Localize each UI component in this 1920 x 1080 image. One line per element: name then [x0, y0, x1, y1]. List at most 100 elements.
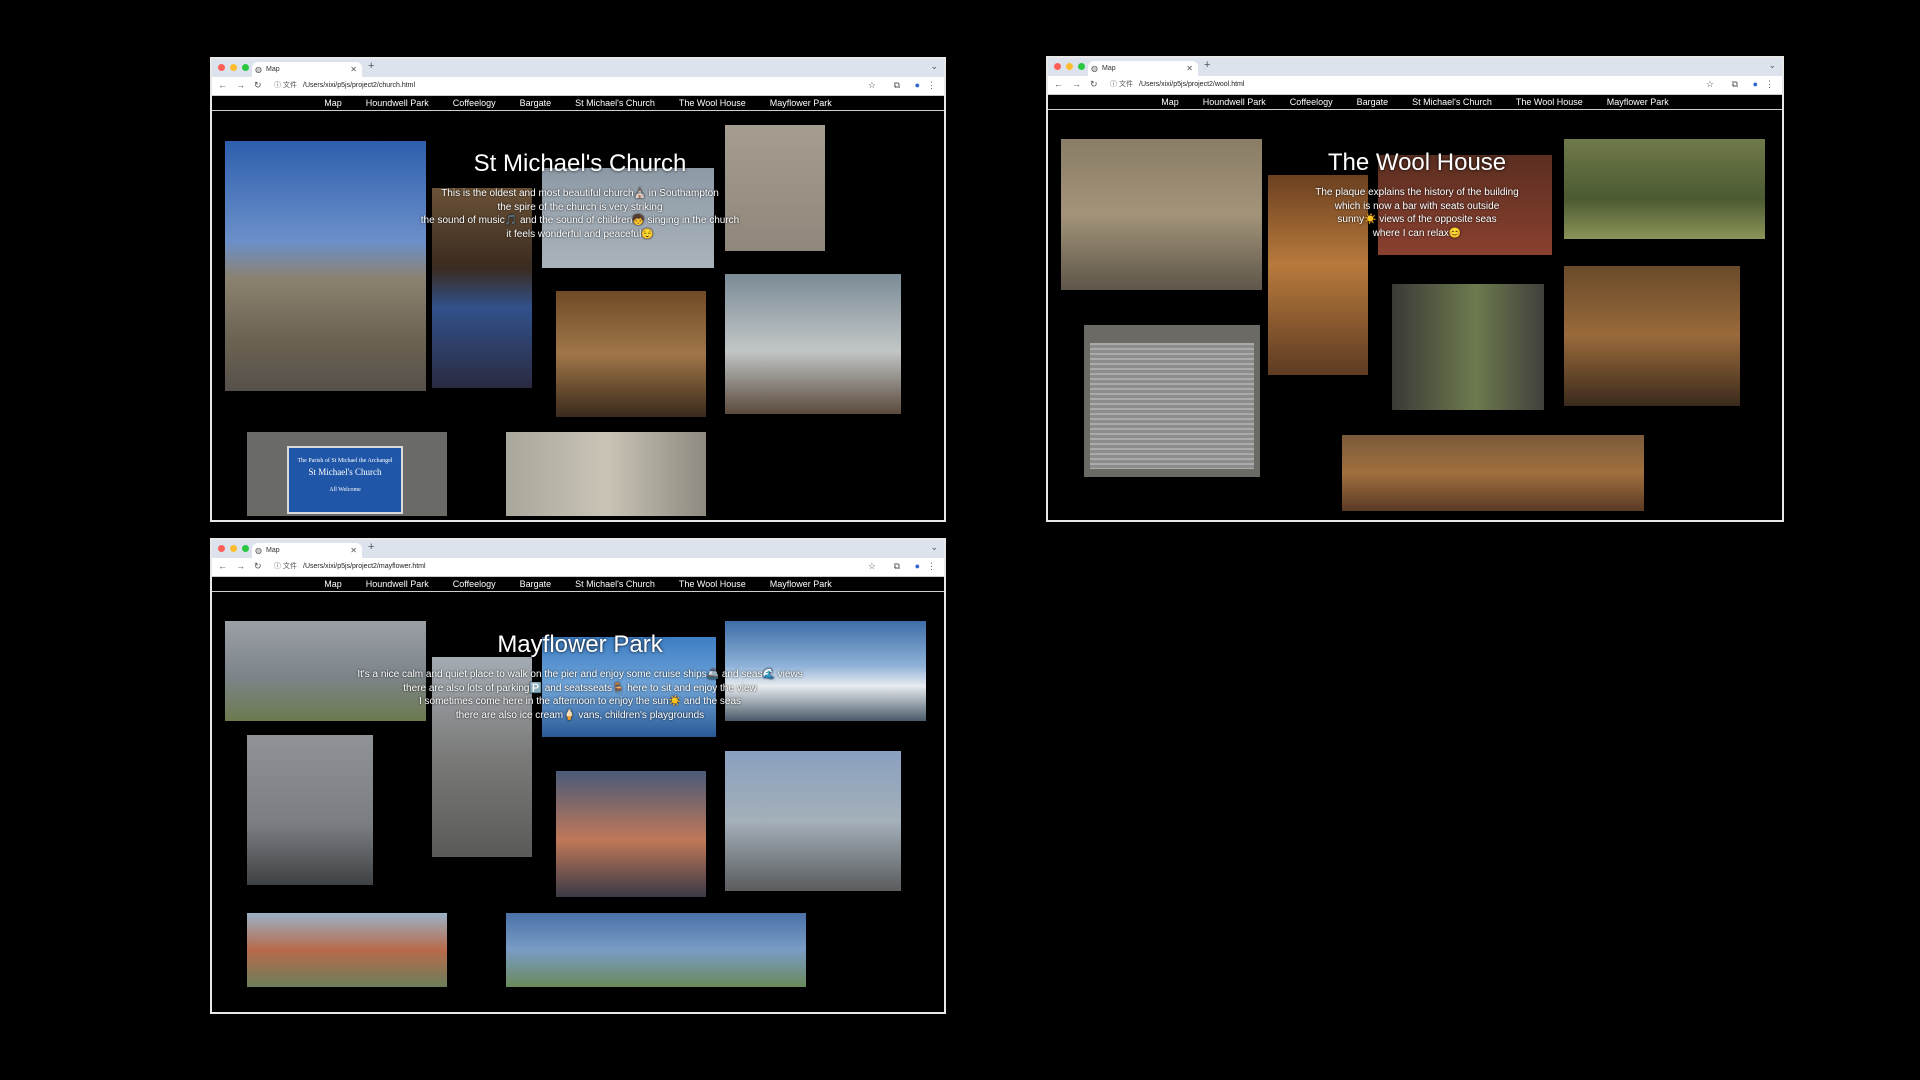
nav-mayflower-park[interactable]: Mayflower Park — [770, 577, 832, 591]
bookmark-star-icon[interactable]: ☆ — [868, 561, 876, 572]
close-tab-icon[interactable]: ✕ — [350, 543, 357, 558]
forward-arrow-icon[interactable]: → — [236, 561, 245, 571]
browser-window-church: ◍ Map ✕ + ⌄ ← → ↻ ⓘ 文件/Users/xixi/p5js/pr… — [210, 57, 946, 522]
file-label: 文件 — [1119, 81, 1133, 88]
nav-map[interactable]: Map — [324, 577, 342, 591]
bookmark-star-icon[interactable]: ☆ — [1706, 79, 1714, 90]
photo-sunset-harbour — [556, 771, 706, 897]
tab-bar: ◍ Map ✕ + ⌄ — [212, 540, 944, 558]
close-tab-icon[interactable]: ✕ — [350, 62, 357, 77]
nav-houndwell-park[interactable]: Houndwell Park — [1203, 95, 1266, 109]
globe-icon: ◍ — [255, 546, 262, 555]
reload-icon[interactable]: ↻ — [1090, 79, 1098, 90]
site-nav: Map Houndwell Park Coffeelogy Bargate St Mic… — [212, 577, 944, 592]
browser-tab[interactable]: ◍ Map ✕ — [252, 543, 362, 558]
photo-waterfront-benches — [725, 751, 901, 891]
nav-bargate[interactable]: Bargate — [1357, 95, 1389, 109]
file-label: 文件 — [283, 82, 297, 89]
globe-icon: ◍ — [1091, 64, 1098, 73]
nav-st-michaels-church[interactable]: St Michael's Church — [575, 96, 655, 110]
nav-coffeelogy[interactable]: Coffeelogy — [453, 96, 496, 110]
nav-coffeelogy[interactable]: Coffeelogy — [453, 577, 496, 591]
page-canvas: The Wool House The plaque explains the h… — [1048, 109, 1782, 520]
nav-bargate[interactable]: Bargate — [520, 96, 552, 110]
photo-sunflower-doorway — [1392, 284, 1544, 410]
minimize-window-button[interactable] — [230, 64, 237, 71]
nav-houndwell-park[interactable]: Houndwell Park — [366, 577, 429, 591]
maximize-window-button[interactable] — [1078, 63, 1085, 70]
browser-tab[interactable]: ◍ Map ✕ — [252, 62, 362, 77]
photo-playground — [247, 913, 447, 987]
tab-bar: ◍ Map ✕ + ⌄ — [1048, 58, 1782, 76]
tab-search-chevron-icon[interactable]: ⌄ — [930, 61, 938, 72]
tab-title: Map — [1102, 65, 1116, 72]
reload-icon[interactable]: ↻ — [254, 80, 262, 91]
menu-kebab-icon[interactable]: ⋮ — [927, 80, 936, 91]
extensions-icon[interactable]: ⧉ — [894, 80, 900, 91]
back-arrow-icon[interactable]: ← — [1054, 79, 1063, 89]
photo-spiral-staircase — [1564, 266, 1740, 406]
reload-icon[interactable]: ↻ — [254, 561, 262, 572]
menu-kebab-icon[interactable]: ⋮ — [1765, 79, 1774, 90]
nav-wool-house[interactable]: The Wool House — [679, 96, 746, 110]
menu-kebab-icon[interactable]: ⋮ — [927, 561, 936, 572]
page-description: It's a nice calm and quiet place to walk… — [212, 668, 944, 722]
nav-coffeelogy[interactable]: Coffeelogy — [1290, 95, 1333, 109]
nav-wool-house[interactable]: The Wool House — [1516, 95, 1583, 109]
nav-map[interactable]: Map — [1161, 95, 1179, 109]
nav-houndwell-park[interactable]: Houndwell Park — [366, 96, 429, 110]
address-bar: ← → ↻ ⓘ 文件/Users/xixi/p5js/project2/wool.… — [1048, 76, 1782, 95]
nav-mayflower-park[interactable]: Mayflower Park — [1607, 95, 1669, 109]
forward-arrow-icon[interactable]: → — [1072, 79, 1081, 89]
url-field[interactable]: ⓘ 文件/Users/xixi/p5js/project2/church.html — [274, 80, 415, 92]
close-window-button[interactable] — [1054, 63, 1061, 70]
nav-st-michaels-church[interactable]: St Michael's Church — [1412, 95, 1492, 109]
profile-icon[interactable]: ● — [915, 561, 920, 571]
close-window-button[interactable] — [218, 64, 225, 71]
page-title: St Michael's Church — [473, 150, 687, 177]
nav-st-michaels-church[interactable]: St Michael's Church — [575, 577, 655, 591]
minimize-window-button[interactable] — [230, 545, 237, 552]
back-arrow-icon[interactable]: ← — [218, 561, 227, 571]
extensions-icon[interactable]: ⧉ — [1732, 79, 1738, 90]
forward-arrow-icon[interactable]: → — [236, 80, 245, 90]
tab-search-chevron-icon[interactable]: ⌄ — [930, 542, 938, 553]
plaque-text-block — [1090, 343, 1254, 469]
browser-tab[interactable]: ◍ Map ✕ — [1088, 61, 1198, 76]
description-line: it feels wonderful and peaceful😌 — [506, 228, 654, 240]
nav-bargate[interactable]: Bargate — [520, 577, 552, 591]
description-line: which is now a bar with seats outside — [1334, 200, 1500, 212]
tab-search-chevron-icon[interactable]: ⌄ — [1768, 60, 1776, 71]
sign-line-1: The Parish of St Michael the Archangel — [297, 458, 393, 464]
description-line: I sometimes come here in the afternoon t… — [418, 696, 742, 707]
nav-mayflower-park[interactable]: Mayflower Park — [770, 96, 832, 110]
maximize-window-button[interactable] — [242, 545, 249, 552]
address-bar: ← → ↻ ⓘ 文件/Users/xixi/p5js/project2/churc… — [212, 77, 944, 96]
url-field[interactable]: ⓘ 文件/Users/xixi/p5js/project2/mayflower.h… — [274, 561, 426, 573]
bookmark-star-icon[interactable]: ☆ — [868, 80, 876, 91]
photo-nave — [725, 274, 901, 414]
browser-window-wool-house: ◍ Map ✕ + ⌄ ← → ↻ ⓘ 文件/Users/xixi/p5js/pr… — [1046, 56, 1784, 522]
minimize-window-button[interactable] — [1066, 63, 1073, 70]
url-field[interactable]: ⓘ 文件/Users/xixi/p5js/project2/wool.html — [1110, 79, 1244, 91]
description-line: where I can relax😊 — [1372, 227, 1462, 239]
new-tab-button[interactable]: + — [368, 541, 374, 553]
profile-icon[interactable]: ● — [1753, 79, 1758, 89]
nav-map[interactable]: Map — [324, 96, 342, 110]
new-tab-button[interactable]: + — [1204, 59, 1210, 71]
description-line: there are also ice cream🍦 vans, children… — [455, 709, 705, 721]
photo-park-trees — [506, 913, 806, 987]
description-line: It's a nice calm and quiet place to walk… — [357, 669, 803, 680]
new-tab-button[interactable]: + — [368, 60, 374, 72]
maximize-window-button[interactable] — [242, 64, 249, 71]
nav-wool-house[interactable]: The Wool House — [679, 577, 746, 591]
close-tab-icon[interactable]: ✕ — [1186, 61, 1193, 76]
url-text: /Users/xixi/p5js/project2/mayflower.html — [303, 563, 426, 570]
back-arrow-icon[interactable]: ← — [218, 80, 227, 90]
browser-window-mayflower: ◍ Map ✕ + ⌄ ← → ↻ ⓘ 文件/Users/xixi/p5js/pr… — [210, 538, 946, 1014]
photo-church-exterior — [225, 141, 426, 391]
close-window-button[interactable] — [218, 545, 225, 552]
url-text: /Users/xixi/p5js/project2/church.html — [303, 82, 416, 89]
profile-icon[interactable]: ● — [915, 80, 920, 90]
extensions-icon[interactable]: ⧉ — [894, 561, 900, 572]
